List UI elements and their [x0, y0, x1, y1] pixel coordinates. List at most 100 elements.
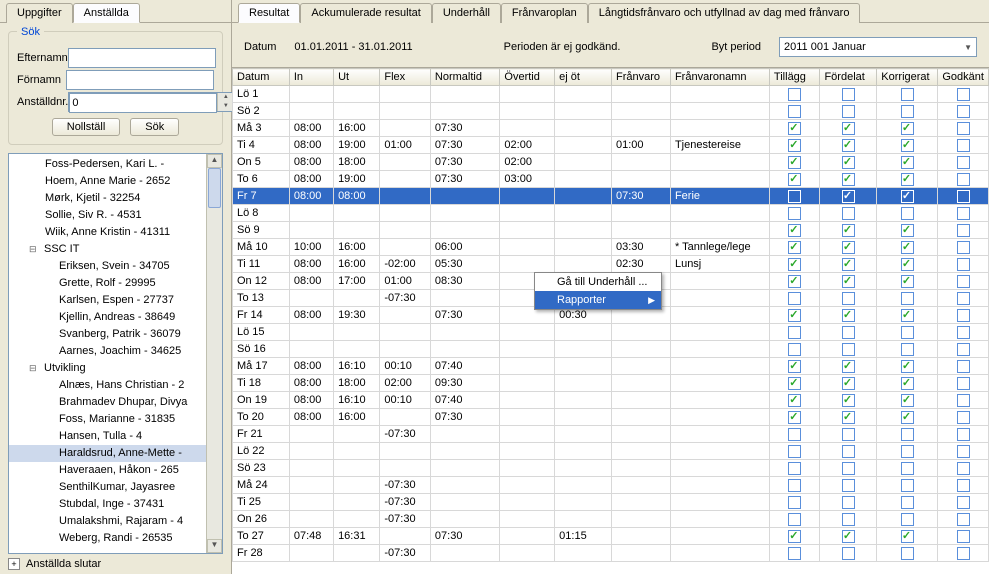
- checkbox[interactable]: [901, 224, 914, 237]
- checkbox[interactable]: [957, 530, 970, 543]
- checkbox[interactable]: [842, 513, 855, 526]
- tree-item[interactable]: Eriksen, Svein - 34705: [9, 258, 206, 275]
- table-row[interactable]: Må 308:0016:0007:30: [233, 120, 989, 137]
- col-korrigerat[interactable]: Korrigerat: [877, 69, 938, 86]
- ctx-rapporter[interactable]: Rapporter ▶: [535, 291, 661, 309]
- checkbox[interactable]: [957, 292, 970, 305]
- checkbox[interactable]: [901, 88, 914, 101]
- checkbox[interactable]: [957, 224, 970, 237]
- checkbox[interactable]: [788, 309, 801, 322]
- anstalldnr-input[interactable]: [69, 93, 217, 113]
- checkbox[interactable]: [788, 88, 801, 101]
- checkbox[interactable]: [957, 275, 970, 288]
- checkbox[interactable]: [788, 224, 801, 237]
- checkbox[interactable]: [957, 343, 970, 356]
- tree-item[interactable]: Haveraaen, Håkon - 265: [9, 462, 206, 479]
- checkbox[interactable]: [842, 122, 855, 135]
- checkbox[interactable]: [901, 258, 914, 271]
- table-row[interactable]: Må 24-07:30: [233, 477, 989, 494]
- tree-item[interactable]: Wiik, Anne Kristin - 41311: [9, 224, 206, 241]
- checkbox[interactable]: [842, 360, 855, 373]
- checkbox[interactable]: [901, 547, 914, 560]
- col-fordelat[interactable]: Fördelat: [820, 69, 877, 86]
- checkbox[interactable]: [788, 190, 801, 203]
- checkbox[interactable]: [901, 122, 914, 135]
- table-row[interactable]: Lö 1: [233, 86, 989, 103]
- tree-item[interactable]: Brahmadev Dhupar, Divya: [9, 394, 206, 411]
- tab-anstallda[interactable]: Anställda: [73, 3, 140, 23]
- checkbox[interactable]: [957, 360, 970, 373]
- checkbox[interactable]: [842, 156, 855, 169]
- checkbox[interactable]: [842, 479, 855, 492]
- table-row[interactable]: Ti 1808:0018:0002:0009:30: [233, 375, 989, 392]
- tab-underhall[interactable]: Underhåll: [432, 3, 501, 23]
- scroll-down-icon[interactable]: ▼: [207, 539, 222, 553]
- tree-item[interactable]: Haraldsrud, Anne-Mette -: [9, 445, 206, 462]
- employee-tree[interactable]: Foss-Pedersen, Kari L. -Hoem, Anne Marie…: [8, 153, 223, 554]
- tree-item[interactable]: Aarnes, Joachim - 34625: [9, 343, 206, 360]
- checkbox[interactable]: [788, 207, 801, 220]
- checkbox[interactable]: [788, 377, 801, 390]
- checkbox[interactable]: [842, 428, 855, 441]
- checkbox[interactable]: [957, 445, 970, 458]
- checkbox[interactable]: [901, 156, 914, 169]
- table-row[interactable]: Sö 23: [233, 460, 989, 477]
- col-datum[interactable]: Datum: [233, 69, 290, 86]
- tree-item[interactable]: Hoem, Anne Marie - 2652: [9, 173, 206, 190]
- checkbox[interactable]: [842, 292, 855, 305]
- checkbox[interactable]: [788, 139, 801, 152]
- checkbox[interactable]: [842, 547, 855, 560]
- tree-item[interactable]: Mørk, Kjetil - 32254: [9, 190, 206, 207]
- checkbox[interactable]: [901, 343, 914, 356]
- checkbox[interactable]: [957, 513, 970, 526]
- col-in[interactable]: In: [289, 69, 333, 86]
- checkbox[interactable]: [788, 241, 801, 254]
- tab-resultat[interactable]: Resultat: [238, 3, 300, 23]
- checkbox[interactable]: [842, 411, 855, 424]
- checkbox[interactable]: [957, 309, 970, 322]
- checkbox[interactable]: [788, 173, 801, 186]
- ctx-underhall[interactable]: Gå till Underhåll ...: [535, 273, 661, 291]
- checkbox[interactable]: [957, 88, 970, 101]
- checkbox[interactable]: [901, 462, 914, 475]
- checkbox[interactable]: [788, 428, 801, 441]
- tree-item[interactable]: Karlsen, Espen - 27737: [9, 292, 206, 309]
- checkbox[interactable]: [901, 309, 914, 322]
- checkbox[interactable]: [957, 377, 970, 390]
- checkbox[interactable]: [788, 326, 801, 339]
- tree-item[interactable]: Kjellin, Andreas - 38649: [9, 309, 206, 326]
- checkbox[interactable]: [901, 496, 914, 509]
- col-ejot[interactable]: ej öt: [555, 69, 612, 86]
- checkbox[interactable]: [957, 258, 970, 271]
- checkbox[interactable]: [901, 292, 914, 305]
- table-row[interactable]: Ti 25-07:30: [233, 494, 989, 511]
- checkbox[interactable]: [957, 105, 970, 118]
- col-flex[interactable]: Flex: [380, 69, 431, 86]
- scroll-thumb[interactable]: [208, 168, 221, 208]
- table-row[interactable]: To 2008:0016:0007:30: [233, 409, 989, 426]
- tree-item[interactable]: Foss-Pedersen, Kari L. -: [9, 156, 206, 173]
- scroll-up-icon[interactable]: ▲: [207, 154, 222, 168]
- nollstall-button[interactable]: Nollställ: [52, 118, 121, 136]
- checkbox[interactable]: [901, 394, 914, 407]
- checkbox[interactable]: [788, 496, 801, 509]
- col-ut[interactable]: Ut: [334, 69, 380, 86]
- checkbox[interactable]: [957, 394, 970, 407]
- checkbox[interactable]: [842, 139, 855, 152]
- checkbox[interactable]: [788, 445, 801, 458]
- fornamn-input[interactable]: [66, 70, 214, 90]
- checkbox[interactable]: [957, 173, 970, 186]
- checkbox[interactable]: [788, 275, 801, 288]
- tree-item[interactable]: Grette, Rolf - 29995: [9, 275, 206, 292]
- checkbox[interactable]: [901, 360, 914, 373]
- table-row[interactable]: Fr 28-07:30: [233, 545, 989, 562]
- tree-item[interactable]: Sollie, Siv R. - 4531: [9, 207, 206, 224]
- checkbox[interactable]: [957, 326, 970, 339]
- checkbox[interactable]: [957, 139, 970, 152]
- table-row[interactable]: Sö 16: [233, 341, 989, 358]
- checkbox[interactable]: [901, 275, 914, 288]
- checkbox[interactable]: [842, 326, 855, 339]
- period-select[interactable]: 2011 001 Januar ▼: [779, 37, 977, 57]
- tab-franvaroplan[interactable]: Frånvaroplan: [501, 3, 588, 23]
- table-row[interactable]: To 2707:4816:3107:3001:15: [233, 528, 989, 545]
